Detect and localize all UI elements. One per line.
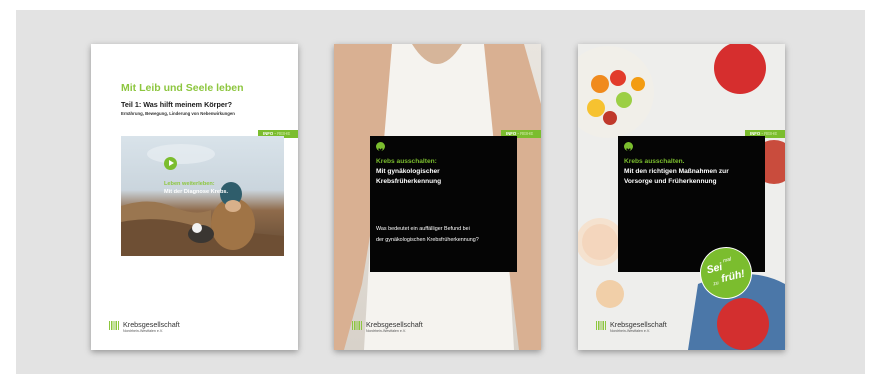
headline-white: Mit gynäkologischer Krebsfrüherkennung bbox=[376, 167, 441, 187]
headline-line: Vorsorge und Früherkennung bbox=[624, 178, 717, 185]
series-reihe: REIHE bbox=[764, 131, 778, 136]
logo-name: Krebsgesellschaft bbox=[123, 320, 180, 329]
logo-region: Nordrhein-Westfalen e.V. bbox=[366, 329, 406, 333]
headline-white: Mit den richtigen Maßnahmen zur Vorsorge… bbox=[624, 167, 729, 187]
logo-grid-icon bbox=[352, 321, 362, 330]
brochure-title: Mit Leib und Seele leben bbox=[121, 82, 244, 94]
cover-photo bbox=[121, 136, 284, 256]
play-icon[interactable] bbox=[164, 157, 177, 170]
photo-illustration bbox=[121, 144, 284, 256]
brochure-subtitle: Teil 1: Was hilft meinem Körper? bbox=[121, 100, 233, 109]
question-line: der gynäkologischen Krebsfrüherkennung? bbox=[376, 236, 479, 243]
question-line: Was bedeutet ein auffälliger Befund bei bbox=[376, 226, 470, 232]
badge-mal: mal bbox=[722, 256, 732, 265]
logo-region: Nordrhein-Westfalen e.V. bbox=[123, 329, 163, 333]
logo-region: Nordrhein-Westfalen e.V. bbox=[610, 329, 650, 333]
overlay-line-white: Mit der Diagnose Krebs. bbox=[164, 189, 229, 195]
headline-line: Krebsfrüherkennung bbox=[376, 178, 442, 185]
headline-line: Mit den richtigen Maßnahmen zur bbox=[624, 168, 729, 175]
headline-line: Mit gynäkologischer bbox=[376, 168, 440, 175]
headline-box: Krebs ausschalten: Mit gynäkologischer K… bbox=[370, 136, 517, 272]
badge-zu: zu bbox=[712, 280, 720, 288]
gallery-background: Mit Leib und Seele leben Teil 1: Was hil… bbox=[16, 10, 865, 374]
logo-name: Krebsgesellschaft bbox=[610, 320, 667, 329]
question-text: Was bedeutet ein auffälliger Befund bei … bbox=[376, 224, 479, 245]
series-reihe: REIHE bbox=[520, 131, 534, 136]
headline-green: Krebs ausschalten: bbox=[376, 158, 437, 165]
brochure-vorsorge-frueherkennung[interactable]: INFO · REIHE Krebs ausschalten. Mit den … bbox=[578, 44, 785, 350]
logo-grid-icon bbox=[109, 321, 119, 330]
badge-frueh: früh! bbox=[719, 267, 747, 286]
headline-box: Krebs ausschalten. Mit den richtigen Maß… bbox=[618, 136, 765, 272]
logo-name: Krebsgesellschaft bbox=[366, 320, 423, 329]
close-circle-icon bbox=[624, 142, 633, 153]
brochure-mit-leib-und-seele[interactable]: Mit Leib und Seele leben Teil 1: Was hil… bbox=[91, 44, 298, 350]
brochure-subline: Ernährung, Bewegung, Linderung von Neben… bbox=[121, 111, 235, 116]
brochure-gynaekologische-krebsfrueherkennung[interactable]: INFO · REIHE Krebs ausschalten: Mit gynä… bbox=[334, 44, 541, 350]
close-circle-icon bbox=[376, 142, 385, 153]
logo-grid-icon bbox=[596, 321, 606, 330]
overlay-line-green: Leben weiterleben: bbox=[164, 181, 215, 187]
headline-green: Krebs ausschalten. bbox=[624, 158, 685, 165]
